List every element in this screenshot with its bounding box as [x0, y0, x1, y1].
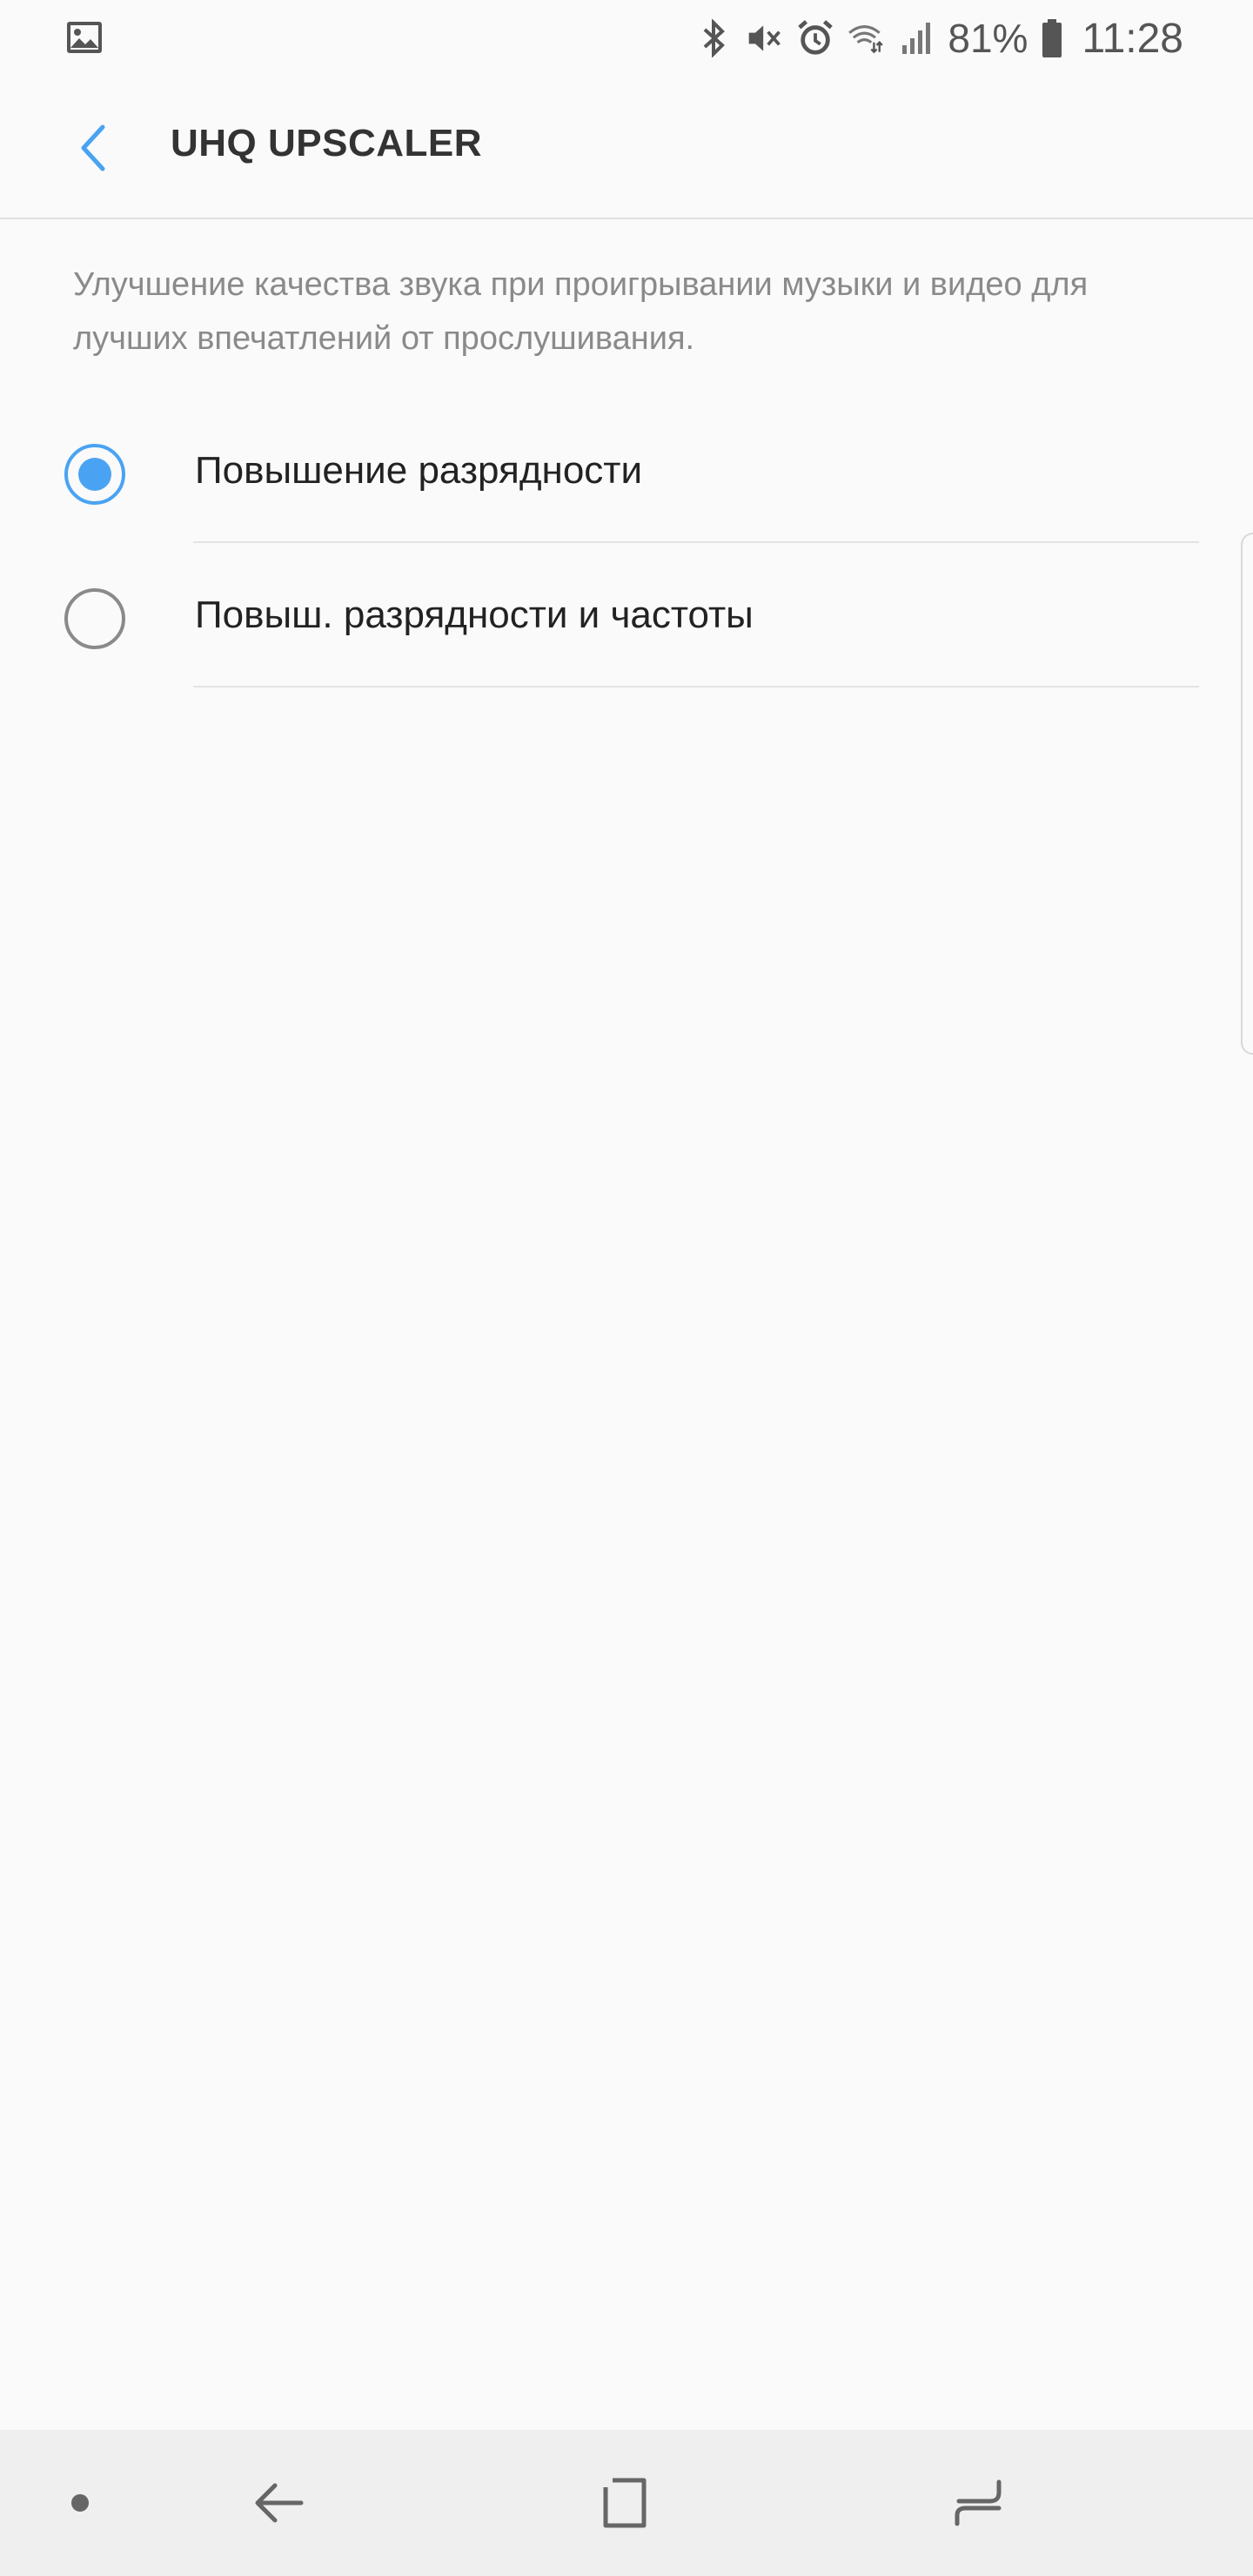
- mute-icon: [746, 19, 784, 57]
- battery-icon: [1040, 19, 1064, 57]
- nav-home-icon: [603, 2478, 647, 2528]
- back-chevron-icon: [81, 124, 105, 171]
- nav-back-button[interactable]: [235, 2459, 322, 2546]
- option-bit-depth[interactable]: Повышение разрядности: [0, 400, 1253, 543]
- description-text: Улучшение качества звука при проигрывани…: [73, 266, 1089, 357]
- option-label: Повыш. разрядности и частоты: [195, 594, 754, 636]
- divider: [193, 541, 1199, 543]
- navigation-bar: [0, 2430, 1253, 2576]
- nav-dot-icon: [71, 2494, 89, 2512]
- alarm-icon: [796, 19, 834, 57]
- wifi-icon: [847, 19, 885, 57]
- option-bit-depth-and-rate[interactable]: Повыш. разрядности и частоты: [0, 545, 1253, 688]
- nav-recents-button[interactable]: [935, 2459, 1022, 2546]
- status-bar: 81% 11:28: [0, 0, 1253, 77]
- page-title: UHQ UPSCALER: [171, 122, 483, 164]
- status-icons: 81% 11:28: [695, 12, 1183, 64]
- radio-button-selected[interactable]: [64, 444, 125, 505]
- divider: [193, 686, 1199, 688]
- bluetooth-icon: [695, 19, 734, 57]
- option-label: Повышение разрядности: [195, 449, 643, 492]
- edge-panel-handle[interactable]: [1241, 533, 1253, 1055]
- signal-icon: [897, 19, 935, 57]
- nav-recents-icon: [955, 2479, 1002, 2526]
- nav-back-icon: [255, 2483, 304, 2523]
- clock: 11:28: [1082, 15, 1183, 62]
- back-button[interactable]: [52, 106, 136, 190]
- radio-button[interactable]: [64, 588, 125, 649]
- nav-dot-button[interactable]: [37, 2459, 124, 2546]
- app-bar: UHQ UPSCALER: [0, 77, 1253, 219]
- image-icon: [67, 22, 102, 53]
- nav-home-button[interactable]: [585, 2459, 672, 2546]
- battery-percentage: 81%: [948, 16, 1029, 61]
